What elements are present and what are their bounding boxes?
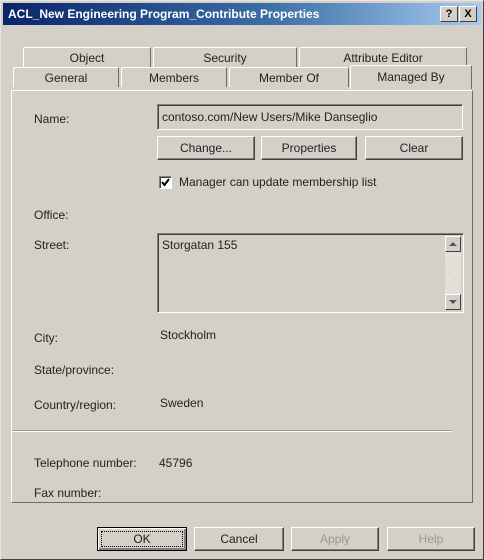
window-title: ACL_New Engineering Program_Contribute P… — [8, 7, 320, 21]
city-label: City: — [34, 331, 58, 345]
help-button[interactable]: Help — [387, 527, 475, 551]
street-scrollbar[interactable] — [445, 236, 461, 310]
focus-ring — [101, 531, 183, 547]
office-label: Office: — [34, 208, 69, 222]
separator — [13, 430, 451, 432]
tab-managed-by[interactable]: Managed By — [350, 65, 472, 89]
scroll-down-button[interactable] — [445, 294, 461, 310]
city-value: Stockholm — [160, 328, 217, 342]
properties-button[interactable]: Properties — [261, 136, 357, 160]
help-title-button[interactable]: ? — [440, 6, 458, 22]
telephone-label: Telephone number: — [34, 456, 137, 470]
clear-button[interactable]: Clear — [365, 136, 463, 160]
fax-label: Fax number: — [34, 486, 102, 500]
change-button[interactable]: Change... — [157, 136, 255, 160]
tab-object[interactable]: Object — [23, 47, 151, 67]
tab-general[interactable]: General — [13, 67, 119, 87]
tab-security[interactable]: Security — [153, 47, 297, 67]
manager-update-label: Manager can update membership list — [179, 175, 377, 189]
country-value: Sweden — [160, 396, 204, 410]
cancel-button[interactable]: Cancel — [194, 527, 284, 551]
scroll-up-button[interactable] — [445, 236, 461, 252]
telephone-value: 45796 — [159, 456, 193, 470]
tab-member-of[interactable]: Member Of — [229, 67, 349, 87]
manager-update-checkbox[interactable] — [159, 176, 172, 189]
street-label: Street: — [34, 238, 70, 252]
title-bar[interactable]: ACL_New Engineering Program_Contribute P… — [3, 3, 481, 25]
tab-attribute-editor[interactable]: Attribute Editor — [299, 47, 467, 67]
street-field[interactable]: Storgatan 155 — [157, 233, 464, 313]
close-title-button[interactable]: X — [459, 6, 477, 22]
name-label: Name: — [34, 112, 70, 126]
apply-button[interactable]: Apply — [291, 527, 379, 551]
check-mark-icon — [161, 178, 170, 187]
country-label: Country/region: — [34, 398, 117, 412]
arrow-down-icon — [449, 300, 457, 304]
street-value: Storgatan 155 — [162, 238, 238, 252]
properties-dialog: ACL_New Engineering Program_Contribute P… — [0, 0, 484, 560]
ok-button[interactable]: OK — [97, 527, 187, 551]
state-label: State/province: — [34, 363, 115, 377]
name-field[interactable]: contoso.com/New Users/Mike Danseglio — [157, 104, 463, 130]
arrow-up-icon — [449, 242, 457, 246]
tab-members[interactable]: Members — [121, 67, 227, 87]
